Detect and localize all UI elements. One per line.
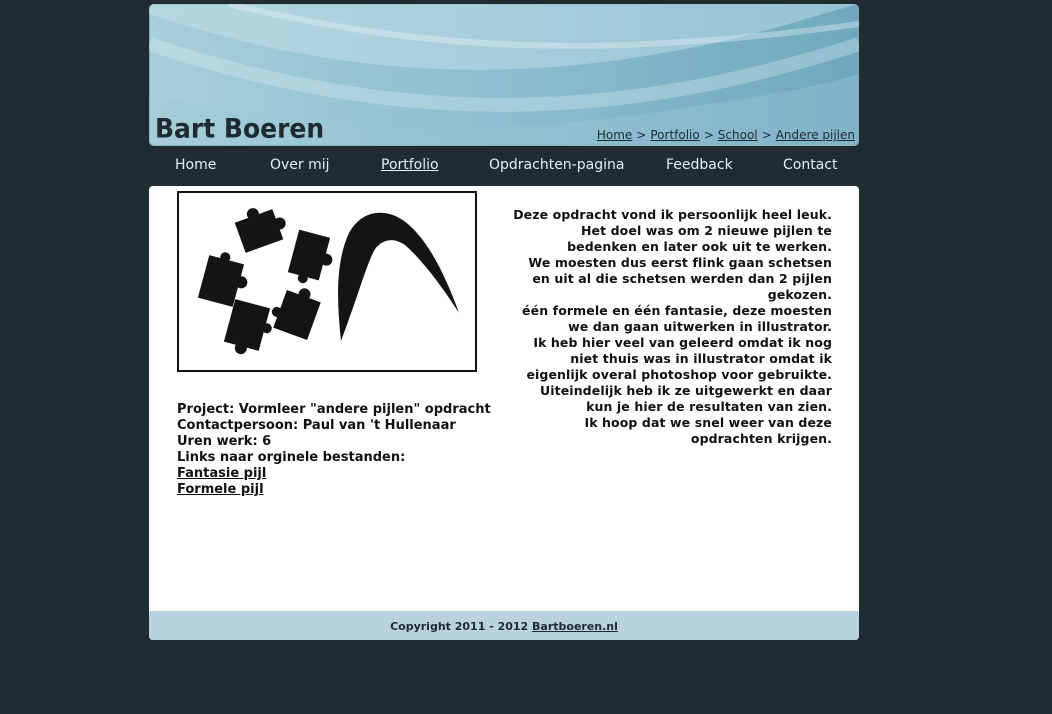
description-paragraph: één formele en één fantasie, deze moeste… [522,303,832,334]
nav-item-home[interactable]: Home [175,157,216,173]
breadcrumb: Home > Portfolio > School > Andere pijlen [597,128,855,142]
arrow-artwork-svg [197,208,459,355]
main-nav: Home Over mij Portfolio Opdrachten-pagin… [149,150,859,182]
puzzle-piece-icon [197,252,248,307]
description-paragraph: Deze opdracht vond ik persoonlijk heel l… [513,207,832,254]
breadcrumb-separator: > [636,128,647,142]
site-title: Bart Boeren [155,113,325,144]
footer-site-link[interactable]: Bartboeren.nl [532,620,618,633]
site-footer: Copyright 2011 - 2012 Bartboeren.nl [149,611,859,640]
description-paragraph: Ik heb hier veel van geleerd omdat ik no… [526,335,832,382]
puzzle-piece-icon [271,288,321,340]
site-header: Bart Boeren Home > Portfolio > School > Andere… [149,4,859,146]
project-links-heading: Links naar orginele bestanden: [177,450,406,465]
puzzle-piece-icon [287,229,333,284]
nav-item-opdrachten-pagina[interactable]: Opdrachten-pagina [489,157,624,173]
project-contact: Contactpersoon: Paul van 't Hullenaar [177,418,456,433]
project-description: Deze opdracht vond ik persoonlijk heel l… [512,207,832,447]
breadcrumb-portfolio[interactable]: Portfolio [650,128,699,142]
nav-item-over-mij[interactable]: Over mij [270,157,330,173]
arrow-artwork-image [177,191,477,372]
nav-item-feedback[interactable]: Feedback [666,157,733,173]
description-paragraph: Ik hoop dat we snel weer van deze opdrac… [584,415,832,446]
fantasy-arrow-icon [338,212,459,341]
description-paragraph: We moesten dus eerst flink gaan schetsen… [528,255,832,302]
breadcrumb-home[interactable]: Home [597,128,632,142]
breadcrumb-separator: > [761,128,772,142]
formele-pijl-link[interactable]: Formele pijl [177,482,491,498]
nav-item-contact[interactable]: Contact [783,157,837,173]
project-info: Project: Vormleer "andere pijlen" opdrac… [177,402,491,498]
breadcrumb-separator: > [703,128,714,142]
content-panel: Project: Vormleer "andere pijlen" opdrac… [149,186,859,640]
breadcrumb-andere-pijlen[interactable]: Andere pijlen [776,128,855,142]
nav-item-portfolio[interactable]: Portfolio [381,157,439,173]
project-hours: Uren werk: 6 [177,434,272,449]
fantasie-pijl-link[interactable]: Fantasie pijl [177,466,491,482]
copyright-text: Copyright 2011 - 2012 [390,620,533,633]
breadcrumb-school[interactable]: School [718,128,758,142]
project-name: Project: Vormleer "andere pijlen" opdrac… [177,402,491,417]
description-paragraph: Uiteindelijk heb ik ze uitgewerkt en daa… [540,383,832,414]
puzzle-piece-icon [223,299,272,355]
puzzle-piece-icon [234,208,286,253]
